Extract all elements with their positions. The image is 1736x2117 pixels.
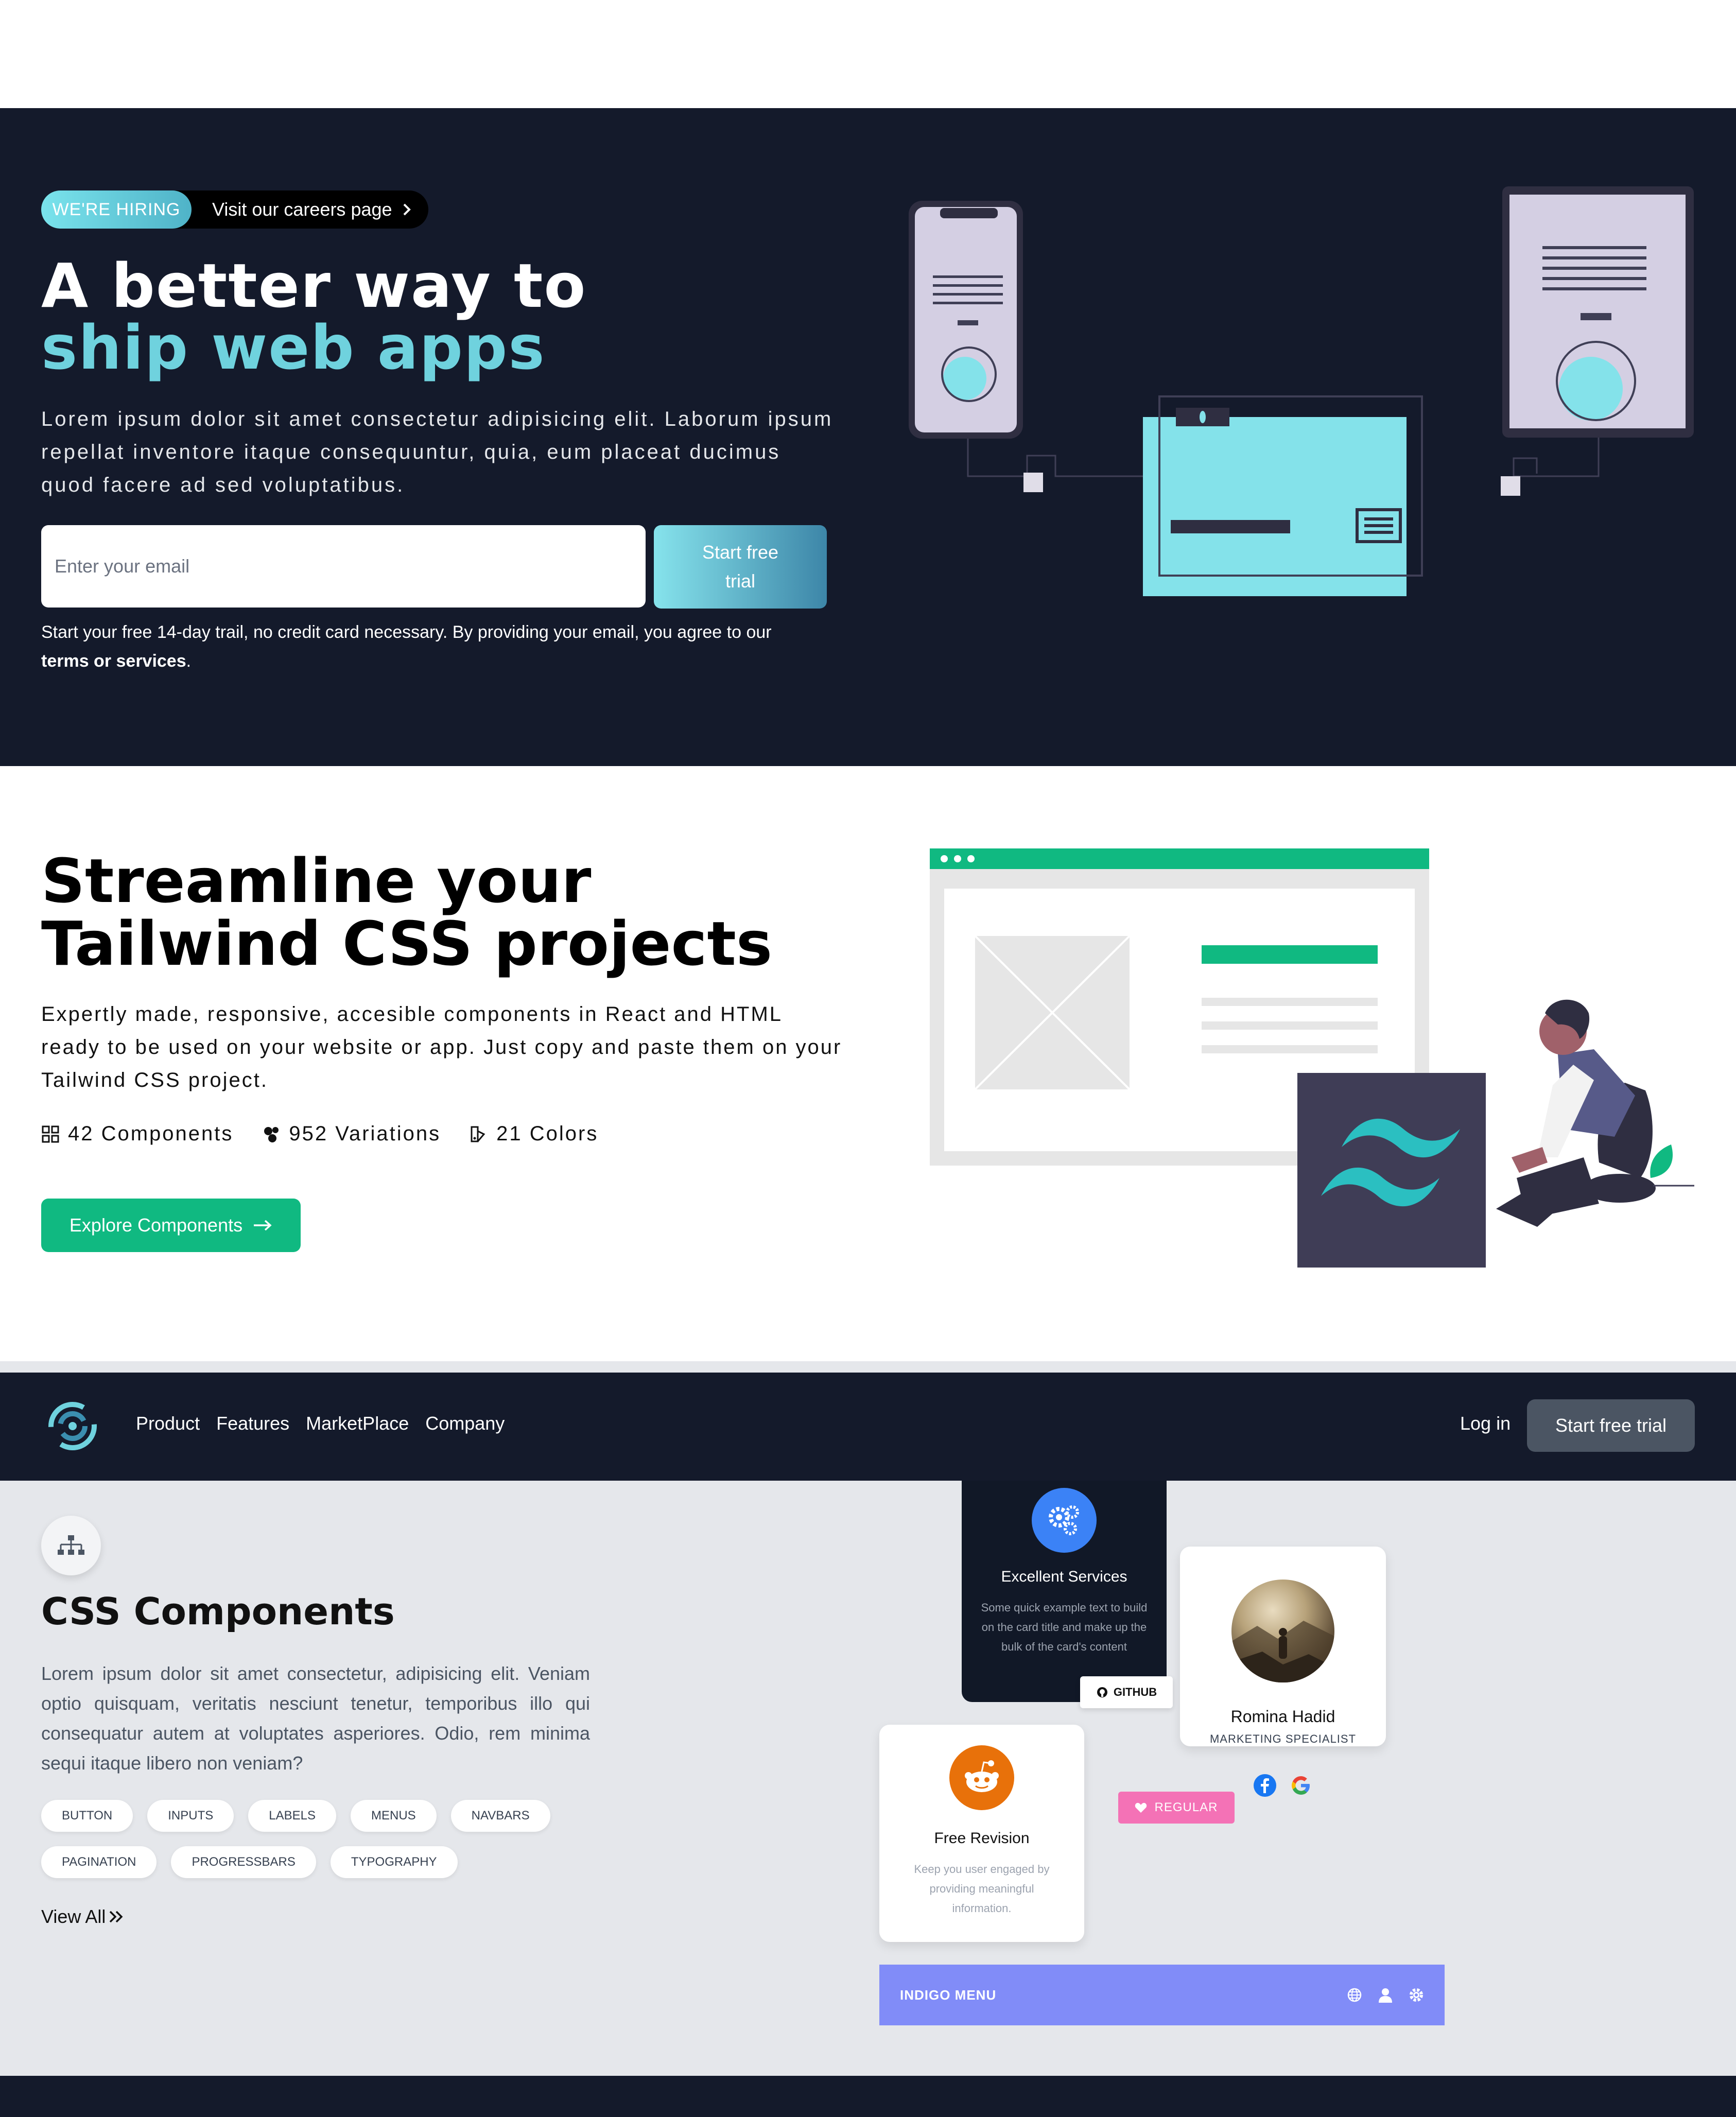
streamline-description: Expertly made, responsive, accesible com…	[41, 1003, 842, 1091]
card-free-revision: Free Revision Keep you user engaged by p…	[879, 1725, 1084, 1942]
email-input[interactable]	[41, 525, 646, 608]
components-section: CSS Components Lorem ipsum dolor sit ame…	[0, 1481, 1736, 2076]
chevron-right-icon	[403, 203, 411, 216]
hero-note-text: Start your free 14-day trail, no credit …	[41, 622, 772, 642]
nav-link-marketplace[interactable]: MarketPlace	[306, 1413, 409, 1434]
footer-band	[0, 2076, 1736, 2117]
avatar	[1231, 1580, 1334, 1682]
tag-labels[interactable]: LABELS	[248, 1800, 336, 1832]
nav-link-product[interactable]: Product	[136, 1413, 200, 1434]
components-description: Lorem ipsum dolor sit amet consectetur, …	[41, 1663, 590, 1774]
devices-illustration	[909, 186, 1694, 596]
login-link[interactable]: Log in	[1460, 1413, 1511, 1434]
section-separator	[0, 1361, 1736, 1373]
card-services-text: Some quick example text to build on the …	[981, 1601, 1148, 1653]
card-revision-title: Free Revision	[934, 1830, 1030, 1847]
gears-icon	[1049, 1505, 1079, 1535]
tag-inputs[interactable]: INPUTS	[147, 1800, 234, 1832]
hero-note: Start your free 14-day trail, no credit …	[41, 618, 844, 675]
hero-section: WE'RE HIRING Visit our careers page A be…	[0, 108, 1736, 766]
indigo-menu-title: INDIGO MENU	[900, 1987, 997, 2003]
careers-link-label: Visit our careers page	[212, 199, 392, 220]
explore-components-button[interactable]: Explore Components	[41, 1199, 301, 1252]
user-icon[interactable]	[1378, 1987, 1393, 2003]
globe-icon[interactable]	[1347, 1987, 1362, 2003]
start-free-trial-button[interactable]: Start free trial	[654, 525, 827, 609]
terms-link[interactable]: terms or services	[41, 651, 186, 671]
gears-icon-wrapper	[1032, 1488, 1097, 1553]
component-tags: BUTTON INPUTS LABELS MENUS NAVBARS PAGIN…	[41, 1800, 597, 1878]
colors-icon	[471, 1126, 485, 1142]
facebook-icon[interactable]	[1253, 1774, 1277, 1797]
streamline-section: Streamline your Tailwind CSS projects Ex…	[0, 766, 1736, 1361]
tag-menus[interactable]: MENUS	[350, 1800, 437, 1832]
components-title: CSS Components	[41, 1590, 395, 1633]
sitemap-icon-wrapper	[41, 1516, 101, 1575]
double-chevron-right-icon	[110, 1911, 123, 1923]
nav-link-features[interactable]: Features	[216, 1413, 289, 1434]
stat-components: 42 Components	[41, 1122, 233, 1146]
hero-description: Lorem ipsum dolor sit amet consectetur a…	[41, 408, 834, 496]
hero-title-line2: ship web apps	[41, 312, 546, 383]
card-revision-text: Keep you user engaged by providing meani…	[914, 1863, 1050, 1915]
hiring-pill[interactable]: WE'RE HIRING Visit our careers page	[41, 190, 428, 229]
explore-components-label: Explore Components	[69, 1214, 243, 1236]
components-icon	[42, 1125, 59, 1142]
gear-icon[interactable]	[1409, 1987, 1424, 2003]
view-all-label: View All	[41, 1906, 106, 1927]
indigo-menu-icons	[1347, 1987, 1424, 2003]
hiring-badge: WE'RE HIRING	[41, 190, 192, 229]
arrow-right-icon	[254, 1220, 272, 1231]
card-profile: Romina Hadid MARKETING SPECIALIST	[1180, 1547, 1386, 1797]
hero-note-end: .	[186, 651, 192, 671]
tag-button[interactable]: BUTTON	[41, 1800, 133, 1832]
nav-link-company[interactable]: Company	[425, 1413, 505, 1434]
reddit-icon	[965, 1760, 999, 1792]
logo-icon[interactable]	[44, 1399, 101, 1453]
sitemap-icon	[58, 1535, 84, 1555]
profile-name: Romina Hadid	[1230, 1707, 1335, 1726]
hero-title-line1: A better way to	[41, 250, 587, 321]
tailwind-illustration	[930, 848, 1694, 1268]
github-icon	[1097, 1687, 1107, 1697]
google-icon[interactable]	[1289, 1774, 1313, 1797]
stats-row: 42 Components 952 Variations 21 Colors	[41, 1122, 598, 1146]
variations-icon	[264, 1126, 279, 1142]
nav-links: Product Features MarketPlace Company	[136, 1413, 505, 1434]
stat-colors: 21 Colors	[470, 1122, 598, 1146]
reddit-icon-wrapper	[949, 1745, 1014, 1810]
nav-start-free-trial-button[interactable]: Start free trial	[1527, 1399, 1695, 1452]
stat-variations: 952 Variations	[262, 1122, 441, 1146]
regular-tag-label: REGULAR	[1154, 1800, 1218, 1814]
tag-navbars[interactable]: NAVBARS	[450, 1800, 550, 1832]
streamline-title: Streamline your Tailwind CSS projects	[41, 845, 773, 979]
indigo-menu: INDIGO MENU	[879, 1965, 1445, 2025]
tag-progressbars[interactable]: PROGRESSBARS	[171, 1846, 316, 1878]
stat-variations-label: 952 Variations	[289, 1122, 441, 1145]
careers-link[interactable]: Visit our careers page	[212, 199, 412, 220]
tag-pagination[interactable]: PAGINATION	[41, 1846, 157, 1878]
stat-components-label: 42 Components	[68, 1122, 234, 1145]
navbar: Product Features MarketPlace Company Log…	[0, 1373, 1736, 1481]
regular-tag[interactable]: REGULAR	[1118, 1792, 1235, 1824]
card-excellent-services: Excellent Services Some quick example te…	[962, 1481, 1167, 1702]
profile-role: MARKETING SPECIALIST	[1209, 1732, 1357, 1745]
view-all-link[interactable]: View All	[41, 1906, 124, 1928]
tag-typography[interactable]: TYPOGRAPHY	[330, 1846, 458, 1878]
hero-title: A better way to ship web apps	[41, 255, 587, 378]
github-tag[interactable]: GITHUB	[1080, 1676, 1173, 1708]
stat-colors-label: 21 Colors	[496, 1122, 599, 1145]
hiker-silhouette-icon	[1231, 1621, 1334, 1682]
github-tag-label: GITHUB	[1113, 1686, 1157, 1698]
heart-icon	[1135, 1802, 1147, 1813]
card-services-title: Excellent Services	[1001, 1568, 1127, 1585]
